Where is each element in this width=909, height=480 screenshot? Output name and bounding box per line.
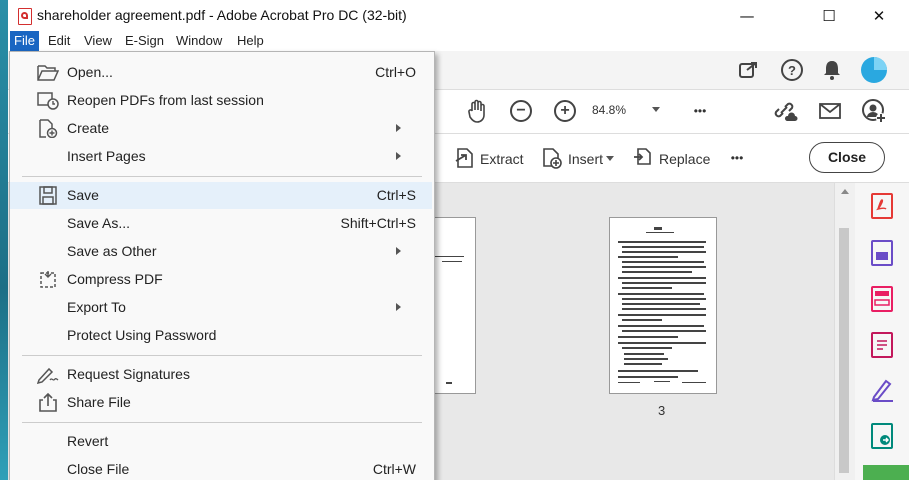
menu-separator: [22, 422, 422, 423]
insert-dropdown-icon[interactable]: [606, 156, 614, 161]
user-avatar-icon[interactable]: [861, 57, 887, 83]
share-icon: [37, 392, 59, 412]
menu-help[interactable]: Help: [233, 31, 268, 51]
zoom-dropdown-icon[interactable]: [652, 107, 660, 112]
more-tools-icon[interactable]: •••: [687, 102, 713, 120]
notifications-bell-icon[interactable]: [821, 59, 843, 81]
submenu-arrow-icon: [396, 247, 401, 255]
menu-separator: [22, 176, 422, 177]
scrollbar-thumb[interactable]: [839, 228, 849, 473]
menu-item-open[interactable]: Open... Ctrl+O: [10, 59, 432, 86]
menu-item-create[interactable]: Create: [10, 115, 432, 142]
replace-label[interactable]: Replace: [659, 151, 710, 167]
menu-bar: File Edit View E-Sign Window Help: [8, 31, 909, 51]
menu-item-compress-pdf[interactable]: Compress PDF: [10, 266, 432, 293]
page-thumbnail-3[interactable]: [609, 217, 717, 394]
close-window-button[interactable]: ✕: [856, 0, 902, 31]
acrobat-window: shareholder agreement.pdf - Adobe Acroba…: [8, 0, 909, 480]
menu-item-save-as-other[interactable]: Save as Other: [10, 238, 432, 265]
menu-separator: [22, 355, 422, 356]
right-tools-panel: [855, 183, 909, 480]
create-pdf-icon: [37, 119, 59, 139]
reopen-icon: [37, 91, 59, 110]
more-tools-tab[interactable]: [863, 465, 909, 480]
link-cloud-icon[interactable]: [772, 99, 798, 123]
create-pdf-tool-icon[interactable]: [871, 193, 893, 219]
edit-pdf-tool-icon[interactable]: [871, 332, 893, 358]
vertical-scrollbar[interactable]: [834, 183, 855, 480]
menu-file[interactable]: File: [10, 31, 39, 51]
page-number-label: 3: [658, 403, 666, 418]
fill-sign-tool-icon[interactable]: [871, 376, 893, 402]
menu-item-save-as[interactable]: Save As... Shift+Ctrl+S: [10, 210, 432, 237]
menu-item-export-to[interactable]: Export To: [10, 294, 432, 321]
export-pdf-tool-icon[interactable]: [871, 423, 893, 449]
window-title: shareholder agreement.pdf - Adobe Acroba…: [37, 7, 407, 23]
zoom-level-value[interactable]: 84.8%: [592, 103, 626, 117]
menu-item-revert[interactable]: Revert: [10, 428, 432, 455]
acrobat-app-icon: [18, 8, 32, 25]
email-icon[interactable]: [818, 101, 842, 121]
save-icon: [37, 186, 59, 205]
menu-item-save[interactable]: Save Ctrl+S: [10, 182, 432, 209]
hand-tool-icon[interactable]: [466, 99, 490, 123]
menu-window[interactable]: Window: [172, 31, 226, 51]
menu-view[interactable]: View: [80, 31, 116, 51]
menu-item-insert-pages[interactable]: Insert Pages: [10, 143, 432, 170]
sign-pen-icon: [36, 365, 59, 385]
menu-item-close-file[interactable]: Close File Ctrl+W: [10, 456, 432, 480]
insert-icon[interactable]: [541, 147, 563, 169]
submenu-arrow-icon: [396, 124, 401, 132]
menu-item-share-file[interactable]: Share File: [10, 389, 432, 416]
replace-icon[interactable]: [632, 147, 654, 169]
close-tool-button[interactable]: Close: [809, 142, 885, 173]
compress-icon: [37, 270, 59, 289]
combine-files-tool-icon[interactable]: [871, 240, 893, 266]
organize-pages-tool-icon[interactable]: [871, 286, 893, 312]
organize-more-icon[interactable]: •••: [724, 149, 750, 167]
extract-label[interactable]: Extract: [480, 151, 524, 167]
maximize-button[interactable]: ☐: [806, 0, 852, 31]
menu-esign[interactable]: E-Sign: [121, 31, 168, 51]
extract-icon[interactable]: [454, 147, 476, 169]
zoom-in-icon[interactable]: +: [554, 100, 576, 122]
add-user-icon[interactable]: [862, 99, 886, 123]
device-share-icon[interactable]: [738, 59, 760, 81]
menu-edit[interactable]: Edit: [44, 31, 74, 51]
insert-label[interactable]: Insert: [568, 151, 603, 167]
scroll-up-icon[interactable]: [841, 189, 849, 194]
help-icon[interactable]: ?: [781, 59, 803, 81]
title-bar: shareholder agreement.pdf - Adobe Acroba…: [8, 0, 909, 31]
menu-item-protect-password[interactable]: Protect Using Password: [10, 322, 432, 349]
folder-open-icon: [37, 63, 60, 82]
submenu-arrow-icon: [396, 303, 401, 311]
zoom-out-icon[interactable]: −: [510, 100, 532, 122]
file-menu-dropdown: Open... Ctrl+O Reopen PDFs from last ses…: [9, 51, 435, 480]
menu-item-reopen[interactable]: Reopen PDFs from last session: [10, 87, 432, 114]
menu-item-request-signatures[interactable]: Request Signatures: [10, 361, 432, 388]
minimize-button[interactable]: —: [724, 0, 770, 31]
desktop-background: [0, 0, 8, 480]
submenu-arrow-icon: [396, 152, 401, 160]
